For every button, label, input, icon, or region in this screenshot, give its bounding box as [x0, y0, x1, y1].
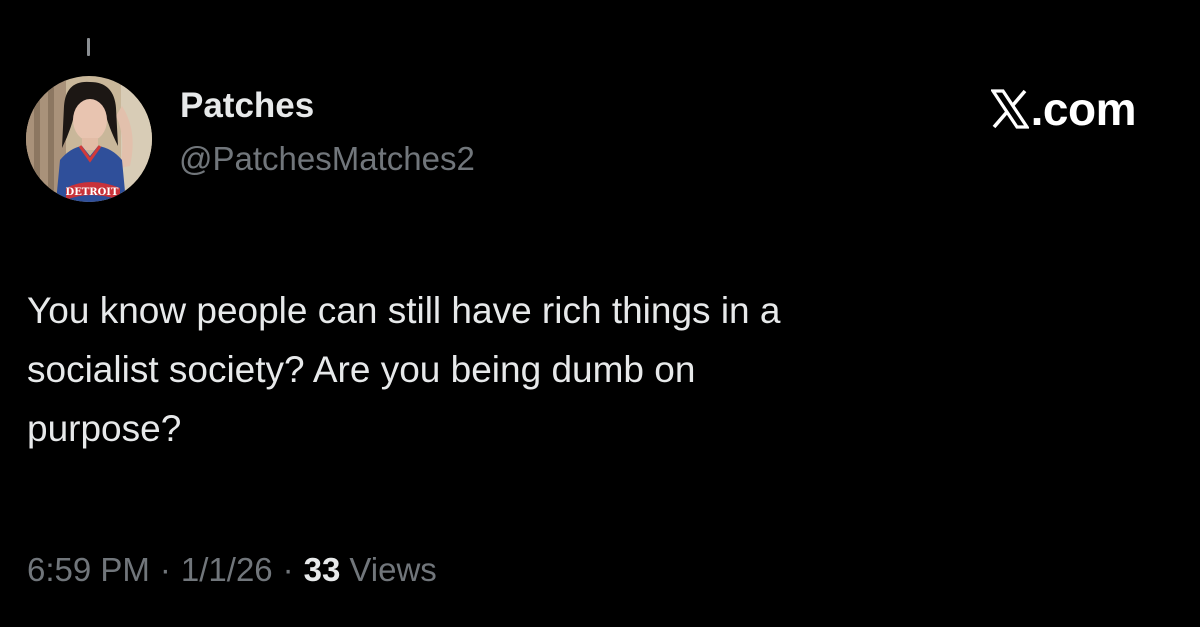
tweet-meta: 6:59 PM · 1/1/26 · 33 Views [27, 551, 437, 589]
author-handle[interactable]: @PatchesMatches2 [179, 140, 475, 178]
views-count[interactable]: 33 [304, 551, 341, 589]
tweet-text-line: You know people can still have rich thin… [27, 290, 781, 331]
avatar-photo: DETROIT [26, 76, 152, 202]
brand-domain-label: .com [1030, 83, 1137, 135]
jersey-text: DETROIT [66, 187, 119, 198]
avatar[interactable]: DETROIT [26, 76, 152, 202]
meta-separator: · [282, 551, 294, 588]
tweet-text-line: purpose? [27, 408, 182, 449]
thread-connector-line [87, 38, 90, 56]
meta-separator: · [159, 551, 171, 588]
tweet-text-line: socialist society? Are you being dumb on [27, 349, 696, 390]
x-logo-icon [989, 89, 1030, 129]
tweet-date[interactable]: 1/1/26 [181, 551, 273, 589]
views-label: Views [349, 551, 437, 588]
tweet-body: You know people can still have rich thin… [27, 281, 1157, 458]
author-display-name[interactable]: Patches [180, 86, 314, 126]
x-com-branding: .com [989, 82, 1137, 136]
tweet-time[interactable]: 6:59 PM [27, 551, 150, 589]
